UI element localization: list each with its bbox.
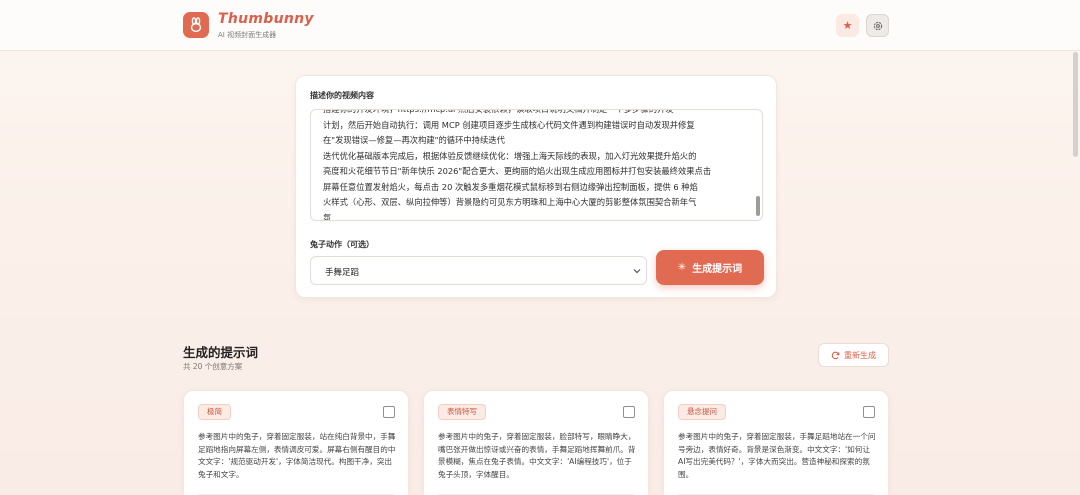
prompt-card[interactable]: 悬念提问 参考图片中的兔子，穿着固定服装，手舞足蹈地站在一个问号旁边，表情好奇。… — [663, 390, 889, 495]
card-text: 参考图片中的兔子，穿着固定服装，脸部特写，眼睛睁大，嘴巴张开做出惊讶或兴奋的表情… — [438, 432, 636, 479]
prompt-card[interactable]: 极简 参考图片中的兔子，穿着固定服装，站在纯白背景中，手舞足蹈地指向屏幕左侧，表… — [183, 390, 409, 495]
star-button[interactable]: ★ — [836, 14, 859, 37]
prompt-card[interactable]: 表情特写 参考图片中的兔子，穿着固定服装，脸部特写，眼睛睁大，嘴巴张开做出惊讶或… — [423, 390, 649, 495]
generate-button[interactable]: ✳ 生成提示词 — [656, 250, 764, 285]
regenerate-label: 重新生成 — [844, 350, 876, 360]
results-title: 生成的提示词 — [183, 345, 259, 360]
action-select[interactable]: 手舞足蹈 — [310, 256, 647, 285]
card-tag: 悬念提问 — [678, 404, 726, 420]
settings-button[interactable] — [866, 14, 889, 37]
textarea-scrollbar[interactable] — [756, 196, 760, 216]
results-count: 共 20 个创意方案 — [183, 362, 243, 371]
action-select-value: 手舞足蹈 — [325, 268, 360, 278]
generate-label: 生成提示词 — [692, 264, 743, 275]
refresh-icon — [831, 351, 840, 359]
card-text: 参考图片中的兔子，穿着固定服装，手舞足蹈地站在一个问号旁边，表情好奇。背景是深色… — [678, 432, 876, 479]
sparkle-icon: ✳ — [677, 262, 687, 273]
chevron-down-icon — [633, 269, 641, 274]
regenerate-button[interactable]: 重新生成 — [818, 343, 889, 367]
star-icon: ★ — [842, 19, 853, 32]
page-scrollbar[interactable] — [1073, 52, 1078, 157]
card-text: 参考图片中的兔子，穿着固定服装，站在纯白背景中，手舞足蹈地指向屏幕左侧，表情调皮… — [198, 432, 396, 479]
card-tag: 极简 — [198, 404, 231, 420]
description-textarea[interactable]: 搭建你的开发环境，https://mcp.ai 然后安装依赖，读取项目说明文档并… — [310, 109, 763, 221]
input-card: 描述你的视频内容 搭建你的开发环境，https://mcp.ai 然后安装依赖，… — [295, 75, 777, 298]
app-name: Thumbunny — [218, 11, 314, 27]
action-label: 兔子动作（可选） — [310, 240, 374, 249]
rabbit-logo-icon — [183, 12, 209, 38]
card-checkbox[interactable] — [623, 406, 635, 418]
app-subtitle: AI 视频封面生成器 — [218, 31, 277, 39]
card-tag: 表情特写 — [438, 404, 486, 420]
description-label: 描述你的视频内容 — [310, 91, 374, 100]
description-text: 搭建你的开发环境，https://mcp.ai 然后安装依赖，读取项目说明文档并… — [323, 109, 712, 221]
card-checkbox[interactable] — [383, 406, 395, 418]
card-checkbox[interactable] — [863, 406, 875, 418]
gear-icon — [873, 21, 882, 30]
top-bar: Thumbunny AI 视频封面生成器 ★ — [0, 0, 1080, 51]
